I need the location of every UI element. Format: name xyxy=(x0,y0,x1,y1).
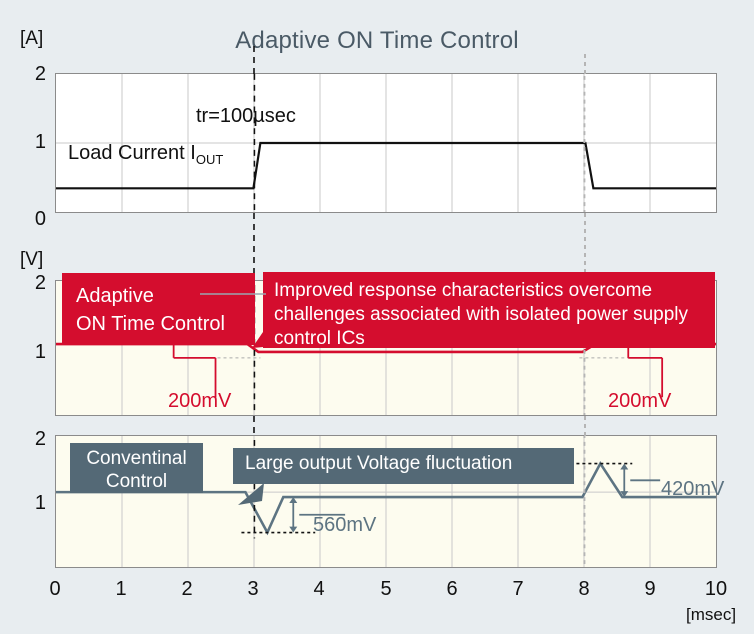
rise-time-label: tr=100µsec xyxy=(196,105,296,127)
y-tick-current-1: 1 xyxy=(34,131,46,153)
x-tick-5: 5 xyxy=(380,578,392,600)
callout-conventional-line1: Conventinal xyxy=(86,448,187,469)
y-tick-current-2: 2 xyxy=(34,63,46,85)
x-axis-unit-msec: [msec] xyxy=(686,605,737,624)
callout-improved-response: Improved response characteristics overco… xyxy=(263,272,715,349)
annotation-560mv: 560mV xyxy=(313,514,377,536)
y-tick-conventional-2: 2 xyxy=(34,428,46,450)
y-tick-current-0: 0 xyxy=(34,208,46,230)
load-current-text: Load Current I xyxy=(68,142,196,164)
x-tick-2: 2 xyxy=(181,578,193,600)
x-tick-4: 4 xyxy=(313,578,325,600)
x-tick-3: 3 xyxy=(247,578,259,600)
callout-conventional-control: Conventinal Control xyxy=(70,443,203,493)
annotation-200mv-right: 200mV xyxy=(608,390,672,412)
callout-adaptive-line2: ON Time Control xyxy=(76,313,225,335)
annotation-200mv-left: 200mV xyxy=(168,390,232,412)
callout-large-output-voltage-fluctuation: Large output Voltage fluctuation xyxy=(233,448,574,484)
chart-canvas: Adaptive ON Time Control [A] [V] [msec] … xyxy=(0,0,754,634)
y-tick-adaptive-2: 2 xyxy=(34,272,46,294)
page-title: Adaptive ON Time Control xyxy=(235,27,519,54)
x-tick-7: 7 xyxy=(512,578,524,600)
load-current-trace-label: Load Current IOUT xyxy=(68,142,223,167)
marker-extensions-mid1 xyxy=(253,213,586,281)
callout-conventional-line2: Control xyxy=(105,471,168,492)
x-tick-9: 9 xyxy=(644,578,656,600)
x-tick-6: 6 xyxy=(446,578,458,600)
x-tick-10: 10 xyxy=(704,578,728,600)
x-tick-1: 1 xyxy=(115,578,127,600)
x-tick-0: 0 xyxy=(49,578,61,600)
callout-adaptive-line1: Adaptive xyxy=(76,285,154,307)
y-tick-conventional-1: 1 xyxy=(34,492,46,514)
x-tick-8: 8 xyxy=(578,578,590,600)
annotation-420mv: 420mV xyxy=(661,478,725,500)
y-tick-adaptive-1: 1 xyxy=(34,341,46,363)
callout-adaptive-on-time-control: Adaptive ON Time Control xyxy=(62,273,255,345)
y-axis-unit-ampere: [A] xyxy=(20,28,44,49)
y-axis-unit-volt: [V] xyxy=(20,249,44,270)
load-current-subscript: OUT xyxy=(195,152,224,167)
